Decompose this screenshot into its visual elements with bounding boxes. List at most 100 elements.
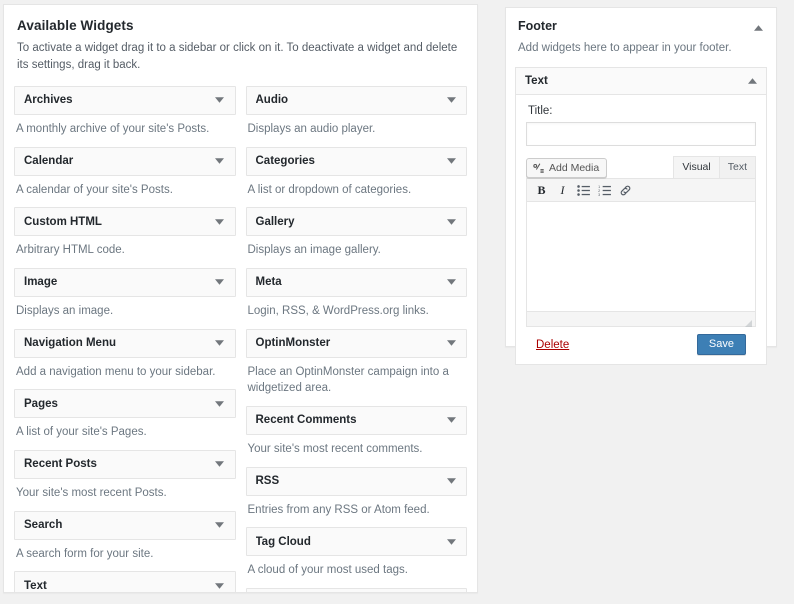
chevron-down-icon[interactable] xyxy=(213,397,227,411)
widget-entry: Meta Login, RSS, & WordPress.org links. xyxy=(245,267,467,320)
widget-box[interactable]: Pages xyxy=(14,389,236,419)
page-title: Available Widgets xyxy=(17,18,134,33)
widget-description: Arbitrary HTML code. xyxy=(16,244,125,257)
widget-box[interactable]: OptinMonster xyxy=(245,328,467,358)
widgets-admin-screen: Available Widgets To activate a widget d… xyxy=(0,0,794,604)
chevron-up-icon[interactable] xyxy=(748,18,768,38)
chevron-down-icon[interactable] xyxy=(444,474,458,488)
italic-icon[interactable]: I xyxy=(553,181,572,200)
widget-description: A search form for your site. xyxy=(16,547,154,560)
widget-box[interactable]: Tag Cloud xyxy=(245,527,467,557)
text-widget-footer: Delete Save xyxy=(526,327,756,364)
numbered-list-icon[interactable]: 123 xyxy=(595,181,614,200)
widget-entry: Pages A list of your site's Pages. xyxy=(14,389,236,441)
widget-name: Recent Posts xyxy=(24,458,97,471)
widget-entry: OptinMonster Place an OptinMonster campai… xyxy=(245,328,467,397)
widget-name: Tag Cloud xyxy=(255,535,311,548)
sidebar-description: Add widgets here to appear in your foote… xyxy=(518,42,732,54)
editor-tab-visual[interactable]: Visual xyxy=(673,155,720,179)
chevron-down-icon[interactable] xyxy=(213,275,227,289)
svg-text:3: 3 xyxy=(598,193,600,196)
chevron-down-icon[interactable] xyxy=(444,275,458,289)
add-media-button[interactable]: Add Media xyxy=(526,158,608,179)
bulleted-list-icon[interactable] xyxy=(574,181,593,200)
chevron-down-icon[interactable] xyxy=(444,535,458,549)
widget-entry: Image Displays an image. xyxy=(14,267,236,320)
widget-entry: TextArbitrary text. xyxy=(14,571,236,592)
widget-name: Meta xyxy=(255,276,282,289)
widget-entry: Navigation Menu Add a navigation menu to … xyxy=(14,328,236,381)
widget-entry: Tag Cloud A cloud of your most used tags. xyxy=(245,527,467,579)
editor-status-bar xyxy=(526,312,756,328)
chevron-down-icon[interactable] xyxy=(213,457,227,471)
widget-name: Text xyxy=(24,579,47,592)
footer-sidebar-panel: Footer Add widgets here to appear in you… xyxy=(505,7,777,366)
editor-content-area[interactable] xyxy=(526,202,756,313)
widget-box[interactable]: Audio xyxy=(245,85,467,115)
chevron-down-icon[interactable] xyxy=(213,93,227,107)
text-widget-title: Text xyxy=(525,75,548,88)
widget-description: A cloud of your most used tags. xyxy=(247,564,408,577)
editor-top-bar: Add Media Visual Text xyxy=(526,155,756,179)
editor-mode-tabs: Visual Text xyxy=(673,155,756,179)
widget-box[interactable]: RSS xyxy=(245,466,467,496)
title-input[interactable] xyxy=(526,122,756,147)
sidebar-widget-list: Text Title: Add Media Visual Text B I 1 … xyxy=(506,56,776,375)
editor-tab-text[interactable]: Text xyxy=(718,155,756,179)
chevron-down-icon[interactable] xyxy=(444,93,458,107)
widget-box[interactable]: Image xyxy=(14,267,236,297)
widget-description: A list or dropdown of categories. xyxy=(247,183,412,196)
widget-description: Place an OptinMonster campaign into a wi… xyxy=(247,365,449,395)
widget-entry: RSS Entries from any RSS or Atom feed. xyxy=(245,466,467,519)
widget-description: A list of your site's Pages. xyxy=(16,426,147,439)
available-widgets-description: To activate a widget drag it to a sideba… xyxy=(17,42,458,72)
widget-grid: Archives A monthly archive of your site's… xyxy=(14,85,467,592)
widget-box[interactable]: Navigation Menu xyxy=(14,328,236,358)
widget-box[interactable]: Gallery xyxy=(245,207,467,237)
chevron-down-icon[interactable] xyxy=(213,154,227,168)
media-icon xyxy=(532,162,545,175)
widget-box[interactable]: Recent Comments xyxy=(245,405,467,435)
widget-box[interactable]: Archives xyxy=(14,85,236,115)
widget-name: Custom HTML xyxy=(24,215,102,228)
bold-icon[interactable]: B xyxy=(532,181,551,200)
save-button[interactable]: Save xyxy=(696,334,746,356)
link-icon[interactable] xyxy=(616,181,635,200)
chevron-up-icon[interactable] xyxy=(745,74,759,88)
widget-box[interactable]: Custom HTML xyxy=(14,207,236,237)
chevron-down-icon[interactable] xyxy=(444,336,458,350)
delete-link[interactable]: Delete xyxy=(536,339,569,351)
chevron-down-icon[interactable] xyxy=(213,579,227,592)
sidebar-title: Footer xyxy=(518,19,557,33)
widget-name: Navigation Menu xyxy=(24,337,117,350)
widget-description: A monthly archive of your site's Posts. xyxy=(16,122,210,135)
chevron-down-icon[interactable] xyxy=(213,518,227,532)
widget-entry: Calendar A calendar of your site's Posts. xyxy=(14,146,236,199)
text-editor: Add Media Visual Text BI 123 xyxy=(526,155,756,328)
widget-box[interactable]: Meta xyxy=(245,267,467,297)
widget-column-2: Audio Displays an audio player. Categories… xyxy=(245,85,467,592)
widget-description: Entries from any RSS or Atom feed. xyxy=(247,503,430,516)
widget-box[interactable]: Calendar xyxy=(14,146,236,176)
add-media-label: Add Media xyxy=(549,162,600,175)
chevron-down-icon[interactable] xyxy=(444,413,458,427)
widget-entry: VideoDisplays a video from the media lib… xyxy=(245,587,467,592)
widget-box[interactable]: Text xyxy=(14,571,236,592)
widget-box[interactable]: Search xyxy=(14,510,236,540)
text-widget-body: Title: Add Media Visual Text B I 1 2 3 D… xyxy=(516,95,766,364)
widget-name: RSS xyxy=(255,475,280,488)
chevron-down-icon[interactable] xyxy=(444,215,458,229)
widget-name: Categories xyxy=(255,155,315,168)
widget-entry: Archives A monthly archive of your site's… xyxy=(14,85,236,138)
chevron-down-icon[interactable] xyxy=(213,215,227,229)
chevron-down-icon[interactable] xyxy=(444,154,458,168)
widget-box[interactable]: Recent Posts xyxy=(14,449,236,479)
chevron-down-icon[interactable] xyxy=(213,336,227,350)
widget-column-1: Archives A monthly archive of your site's… xyxy=(14,85,236,592)
widget-box[interactable]: Categories xyxy=(245,146,467,176)
widget-name: Calendar xyxy=(24,155,74,168)
resize-handle-icon[interactable] xyxy=(744,315,753,328)
text-widget: Text Title: Add Media Visual Text B I 1 … xyxy=(515,67,767,366)
widget-box[interactable]: Video xyxy=(245,587,467,592)
text-widget-header[interactable]: Text xyxy=(516,68,766,96)
